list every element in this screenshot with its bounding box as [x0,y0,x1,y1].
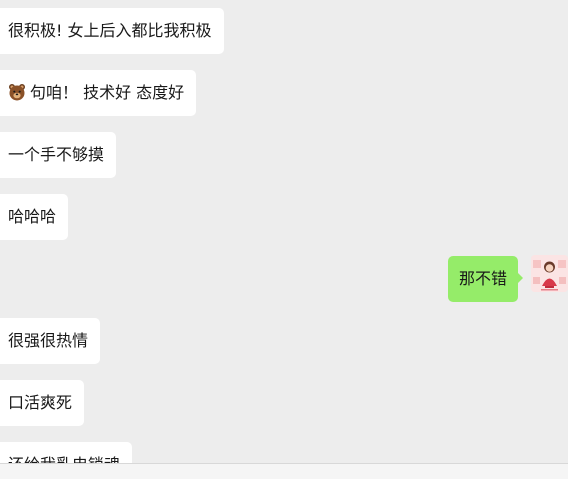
message-row: 很强很热情 [0,318,568,364]
message-row: 句咱！ 技术好 态度好 [0,70,568,116]
incoming-message-bubble[interactable]: 哈哈哈 [0,194,69,240]
chat-message-list[interactable]: 很积极! 女上后入都比我积极 句咱！ 技术好 态度好 一个手不够摸 哈哈哈 那不… [0,0,568,464]
message-text: 哈哈哈 [8,207,57,226]
input-toolbar-edge [0,463,568,479]
message-row: 还给我乳电锁魂 [0,442,568,464]
incoming-message-bubble[interactable]: 很积极! 女上后入都比我积极 [0,8,224,54]
message-row: 一个手不够摸 [0,132,568,178]
avatar[interactable] [531,255,568,292]
message-text: 一个手不够摸 [8,145,105,164]
message-row: 口活爽死 [0,380,568,426]
bear-face-icon [8,73,26,101]
message-text: 很强很热情 [8,331,89,350]
incoming-message-bubble[interactable]: 很强很热情 [0,318,101,364]
incoming-message-bubble[interactable]: 还给我乳电锁魂 [0,442,133,464]
message-row: 很积极! 女上后入都比我积极 [0,8,568,54]
incoming-message-bubble[interactable]: 一个手不够摸 [0,132,117,178]
message-row-outgoing: 那不错 [0,255,568,302]
incoming-message-bubble[interactable]: 口活爽死 [0,380,85,426]
message-row: 哈哈哈 [0,194,568,240]
message-text: 那不错 [458,269,507,288]
message-text: 句咱！ 技术好 态度好 [30,83,185,102]
message-text: 很积极! 女上后入都比我积极 [8,21,212,40]
outgoing-message-bubble[interactable]: 那不错 [447,256,524,302]
incoming-message-bubble[interactable]: 句咱！ 技术好 态度好 [0,70,197,116]
message-text: 口活爽死 [8,393,73,412]
